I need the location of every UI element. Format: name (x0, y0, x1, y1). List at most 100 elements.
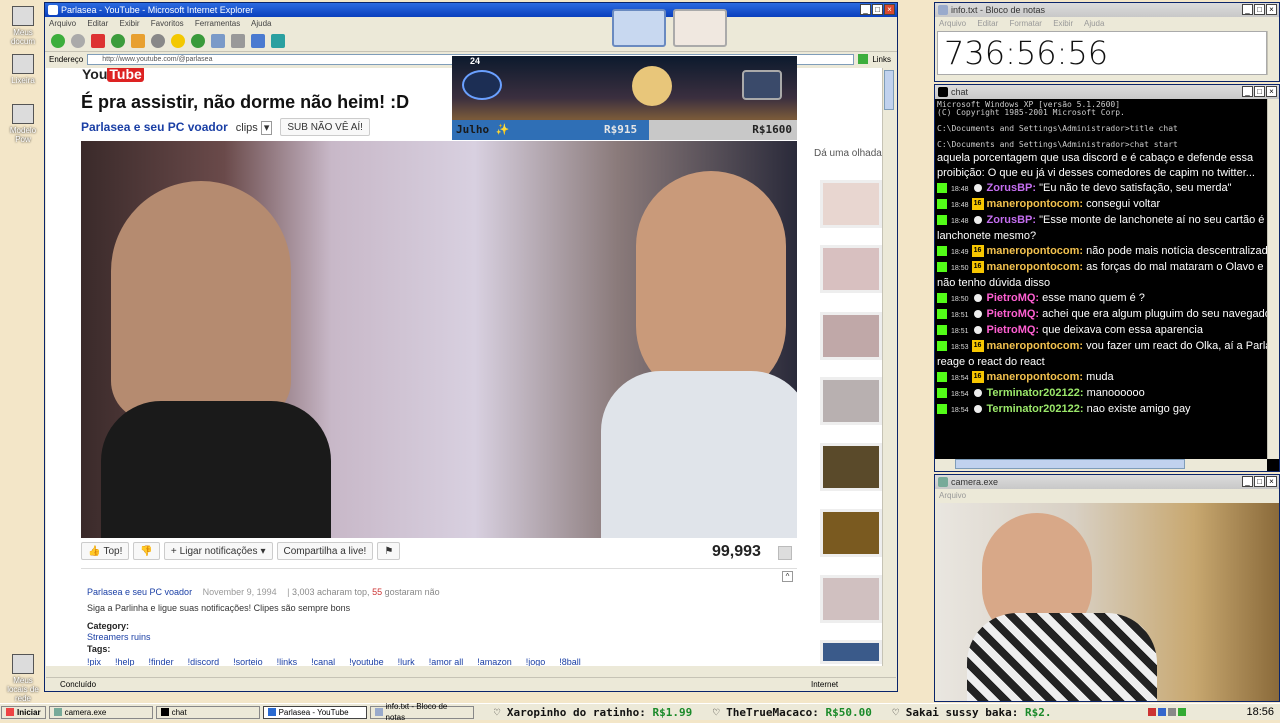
print-icon[interactable] (231, 33, 245, 48)
tag-link[interactable]: !help (115, 657, 135, 666)
tag-link[interactable]: !pix (87, 657, 101, 666)
cmd-titlebar[interactable]: chat _ □ × (935, 85, 1279, 99)
desktop-icon-recycle[interactable]: Lixeira (2, 54, 44, 85)
close-button[interactable]: × (1266, 4, 1277, 15)
task-camera[interactable]: camera.exe (48, 705, 153, 719)
search-icon[interactable] (151, 33, 165, 48)
floating-app-icon[interactable] (673, 9, 727, 47)
chat-username[interactable]: Terminator202122: (987, 403, 1084, 415)
chat-username[interactable]: ZorusBP: (987, 182, 1037, 194)
chat-username[interactable]: maneropontocom: (987, 245, 1084, 257)
tray-icon[interactable] (1147, 708, 1156, 716)
tag-link[interactable]: !lurk (398, 657, 415, 666)
tray-icons[interactable] (1147, 708, 1186, 716)
minimize-button[interactable]: _ (860, 4, 871, 15)
chat-username[interactable]: maneropontocom: (987, 261, 1084, 273)
notify-button[interactable]: + Ligar notificações ▾ (163, 542, 273, 560)
floating-app-icon[interactable] (612, 9, 666, 47)
refresh-icon[interactable] (111, 33, 125, 48)
tag-link[interactable]: !8ball (559, 657, 581, 666)
tag-link[interactable]: !jogo (526, 657, 546, 666)
go-button[interactable] (858, 54, 869, 64)
tag-link[interactable]: !amazon (477, 657, 512, 666)
dislike-button[interactable]: 👎 (133, 542, 160, 560)
minimize-button[interactable]: _ (1242, 4, 1253, 15)
collapse-icon[interactable]: ^ (782, 571, 793, 582)
maximize-button[interactable]: □ (1254, 86, 1265, 97)
chat-username[interactable]: PietroMQ: (987, 292, 1040, 304)
category-link[interactable]: Streamers ruins (87, 632, 151, 642)
menu-tools[interactable]: Ferramentas (195, 19, 240, 28)
menu-format[interactable]: Formatar (1010, 19, 1042, 28)
close-button[interactable]: × (884, 4, 895, 15)
tag-link[interactable]: !canal (311, 657, 335, 666)
chat-username[interactable]: ZorusBP: (987, 214, 1037, 226)
tray-icon[interactable] (1167, 708, 1176, 716)
cmd-hscrollbar[interactable] (935, 459, 1267, 471)
youtube-logo[interactable]: You Tube (82, 68, 144, 82)
mail-icon[interactable] (211, 33, 225, 48)
tag-link[interactable]: !discord (188, 657, 220, 666)
related-thumb[interactable] (820, 312, 882, 360)
desktop-icon-network[interactable]: Meus locais de rede (2, 654, 44, 703)
tag-link[interactable]: !links (277, 657, 298, 666)
share-button[interactable]: Compartilha a live! (276, 542, 374, 560)
stop-icon[interactable] (91, 33, 105, 48)
desc-channel[interactable]: Parlasea e seu PC voador (87, 587, 192, 597)
clock[interactable]: 18:56 (1246, 706, 1274, 718)
chat-username[interactable]: maneropontocom: (987, 371, 1084, 383)
like-button[interactable]: 👍 Top! (81, 542, 130, 560)
menu-edit[interactable]: Editar (977, 19, 998, 28)
menu-edit[interactable]: Editar (87, 19, 108, 28)
minimize-button[interactable]: _ (1242, 86, 1253, 97)
minimize-button[interactable]: _ (1242, 476, 1253, 487)
task-notepad[interactable]: info.txt - Bloco de notas (369, 702, 474, 722)
menu-file[interactable]: Arquivo (939, 19, 966, 28)
cmd-scrollbar[interactable] (1267, 99, 1279, 459)
messenger-icon[interactable] (271, 33, 285, 48)
menu-view[interactable]: Exibir (120, 19, 140, 28)
tray-icon[interactable] (1157, 708, 1166, 716)
menu-view[interactable]: Exibir (1053, 19, 1073, 28)
chat-username[interactable]: maneropontocom: (987, 340, 1084, 352)
menu-file[interactable]: Arquivo (49, 19, 76, 28)
chat-username[interactable]: maneropontocom: (987, 198, 1084, 210)
start-button[interactable]: Iniciar (1, 705, 46, 719)
chat-username[interactable]: PietroMQ: (987, 324, 1040, 336)
clips-dropdown[interactable]: clips ▾ (236, 120, 273, 135)
favorites-icon[interactable] (171, 33, 185, 48)
related-thumb[interactable] (820, 180, 882, 228)
tag-link[interactable]: !finder (149, 657, 174, 666)
history-icon[interactable] (191, 33, 205, 48)
menu-favorites[interactable]: Favoritos (151, 19, 184, 28)
forward-icon[interactable] (71, 33, 85, 48)
ie-scrollbar[interactable] (882, 68, 894, 666)
tag-link[interactable]: !amor all (429, 657, 464, 666)
flag-button[interactable]: ⚑ (377, 542, 401, 560)
notepad-textarea[interactable]: 736:56:56 (937, 31, 1267, 75)
desktop-icon-powerpoint[interactable]: Modelo Pow (2, 104, 44, 144)
chat-username[interactable]: Terminator202122: (987, 387, 1084, 399)
close-button[interactable]: × (1266, 86, 1277, 97)
ie-titlebar[interactable]: Parlasea - YouTube - Microsoft Internet … (45, 3, 897, 17)
notepad-titlebar[interactable]: info.txt - Bloco de notas _ □ × (935, 3, 1279, 17)
home-icon[interactable] (131, 33, 145, 48)
back-icon[interactable] (51, 33, 65, 48)
camera-titlebar[interactable]: camera.exe _ □ × (935, 475, 1279, 489)
related-thumb[interactable] (820, 443, 882, 491)
menu-help[interactable]: Ajuda (1084, 19, 1104, 28)
chat-username[interactable]: PietroMQ: (987, 308, 1040, 320)
maximize-button[interactable]: □ (1254, 476, 1265, 487)
tag-link[interactable]: !youtube (349, 657, 384, 666)
channel-link[interactable]: Parlasea e seu PC voador (81, 120, 228, 134)
related-thumb[interactable] (820, 245, 882, 293)
stats-icon[interactable] (778, 546, 792, 560)
camera-menu[interactable]: Arquivo (935, 489, 1279, 502)
video-player[interactable] (81, 141, 797, 538)
close-button[interactable]: × (1266, 476, 1277, 487)
tag-link[interactable]: !sorteio (233, 657, 263, 666)
desktop-icon-documents[interactable]: Meus docum (2, 6, 44, 46)
edit-icon[interactable] (251, 33, 265, 48)
maximize-button[interactable]: □ (1254, 4, 1265, 15)
tray-icon[interactable] (1177, 708, 1186, 716)
